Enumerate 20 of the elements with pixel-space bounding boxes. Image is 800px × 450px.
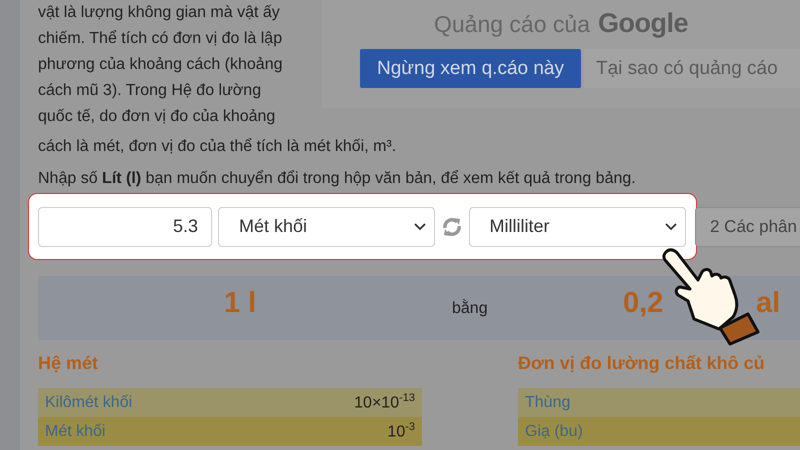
table-cell: 10×10$^{-13}$ (354, 392, 415, 413)
why-ad-button[interactable]: Tại sao có quảng cáo (584, 49, 800, 88)
table-cell: 10$^{-3}$ (387, 421, 415, 442)
amount-field[interactable]: 5.3 (38, 206, 212, 246)
instruction-text: Nhập số Lít (l) bạn muốn chuyển đổi trong hộp văn bản, để xem kết quả trong bảng. (38, 170, 636, 188)
section-heading: Hệ mét (38, 352, 100, 375)
unit-dropdown[interactable]: Milliliter (468, 206, 686, 246)
result-to-unit: al (756, 287, 780, 320)
equals-word: bằng (452, 300, 488, 318)
article-paragraph: cách là mét, đơn vị đo của thể tích là mét khối, m³. (38, 137, 396, 157)
result-to-value: 0,2 (623, 287, 664, 320)
decimal-places-button[interactable]: 2 Các phân (695, 206, 800, 246)
chevron-icon (414, 222, 426, 230)
chevron-icon (665, 222, 677, 230)
unit-dropdown[interactable]: Mét khối (218, 206, 434, 246)
ad-brand-logo: Google (598, 8, 688, 39)
ad-caption: Quảng cáo của (434, 11, 590, 38)
result-from-value: 1 l (224, 287, 256, 320)
stop-ad-button[interactable]: Ngừng xem q.cáo này (360, 49, 581, 88)
section-heading: Đơn vị đo lường chất khô củ (518, 352, 766, 375)
